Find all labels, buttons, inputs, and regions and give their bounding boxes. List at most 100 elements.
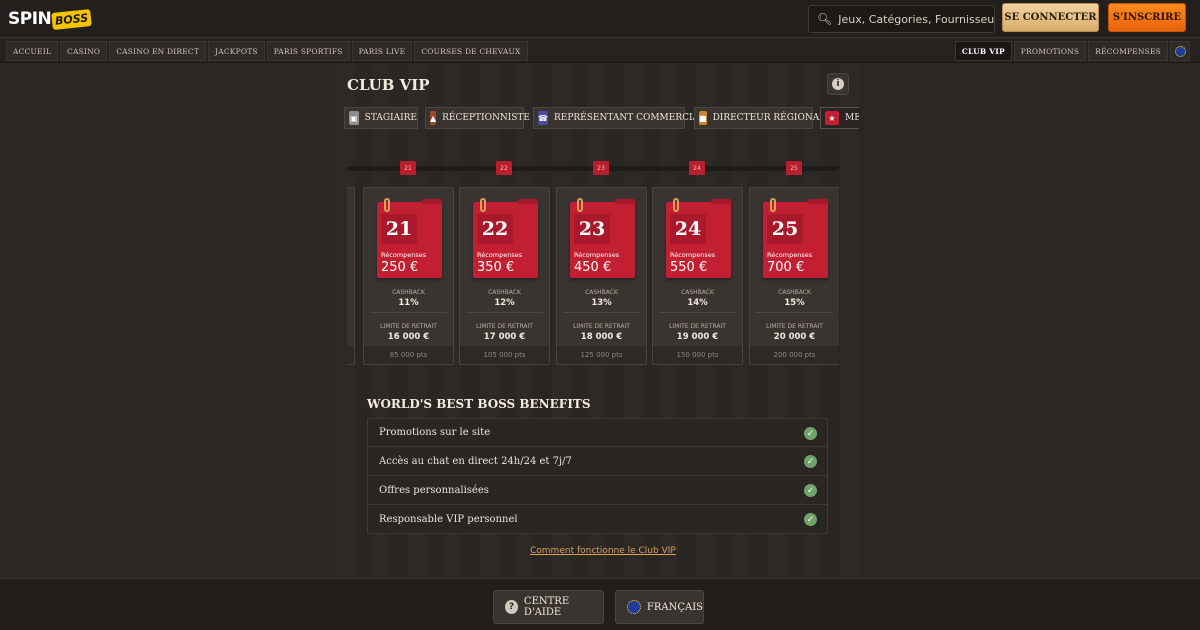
reward-label: Récompenses [477, 251, 523, 259]
check-icon: ✓ [804, 455, 817, 468]
cashback-label: CASHBACK [488, 289, 521, 296]
limit-label: LIMITE DE RETRAIT [573, 323, 630, 330]
level-marker-23[interactable]: 23 [593, 161, 609, 175]
nav-item-paris-live[interactable]: PARIS LIVE [351, 41, 413, 61]
level-number: 25 [767, 214, 803, 244]
level-cards: 21 Récompenses 250 € CASHBACK 11% LIMITE… [347, 187, 839, 367]
cashback-value: 13% [591, 298, 612, 308]
nav-item-courses-de-chevaux[interactable]: COURSES DE CHEVAUX [414, 41, 528, 61]
nav-item-promotions[interactable]: PROMOTIONS [1013, 41, 1087, 61]
main-nav: ACCUEIL CASINO CASINO EN DIRECT JACKPOTS… [0, 39, 1200, 63]
tab-stagiaire[interactable]: ▣ STAGIAIRE [344, 107, 418, 129]
level-card-21[interactable]: 21 Récompenses 250 € CASHBACK 11% LIMITE… [363, 187, 454, 365]
language-label: FRANÇAIS [646, 601, 703, 613]
top-bar: SPIN BOSS 🔍︎ SE CONNECTER S'INSCRIRE [0, 0, 1200, 38]
nav-left-group: ACCUEIL CASINO CASINO EN DIRECT JACKPOTS… [6, 41, 528, 61]
tab-label: REPRÉSENTANT COMMERCIAL [553, 113, 706, 123]
limit-value: 20 000 € [773, 332, 816, 342]
limit-value: 16 000 € [387, 332, 430, 342]
benefits-list: Promotions sur le site ✓ Accès au chat e… [367, 418, 828, 534]
card-divider [370, 312, 447, 313]
nav-item-jackpots[interactable]: JACKPOTS [208, 41, 265, 61]
tab-label: STAGIAIRE [364, 113, 417, 123]
search-input[interactable] [838, 12, 994, 26]
cashback-label: CASHBACK [681, 289, 714, 296]
list-item: Offres personnalisées ✓ [367, 476, 828, 505]
tab-receptionniste[interactable]: ▲ RÉCEPTIONNISTE [425, 107, 530, 129]
level-marker-22[interactable]: 22 [496, 161, 512, 175]
how-vip-works-link[interactable]: Comment fonctionne le Club VIP [530, 546, 676, 556]
eu-flag-icon [1174, 45, 1186, 57]
benefit-label: Offres personnalisées [379, 484, 489, 496]
reward-amount: 550 € [670, 260, 708, 275]
list-item: Accès au chat en direct 24h/24 et 7j/7 ✓ [367, 447, 828, 476]
nav-item-accueil[interactable]: ACCUEIL [6, 41, 59, 61]
level-card-22[interactable]: 22 Récompenses 350 € CASHBACK 12% LIMITE… [459, 187, 550, 365]
nav-item-recompenses[interactable]: RÉCOMPENSES [1088, 41, 1168, 61]
level-card-partial [347, 187, 355, 365]
card-points: 200 000 pts [750, 346, 839, 364]
logo-boss: BOSS [51, 8, 93, 30]
list-item: Responsable VIP personnel ✓ [367, 505, 828, 534]
check-icon: ✓ [804, 513, 817, 526]
level-card-24[interactable]: 24 Récompenses 550 € CASHBACK 14% LIMITE… [652, 187, 743, 365]
tab-mei[interactable]: ★ MEI [820, 107, 859, 129]
reward-amount: 250 € [381, 260, 419, 275]
card-divider [563, 312, 640, 313]
level-marker-25[interactable]: 25 [786, 161, 802, 175]
eu-flag-icon [627, 600, 641, 614]
help-icon: ? [505, 600, 518, 614]
paperclip-icon [480, 198, 486, 212]
paperclip-icon [770, 198, 776, 212]
help-label: CENTRE D'AIDE [523, 596, 570, 618]
benefit-label: Promotions sur le site [379, 427, 491, 438]
nav-item-casino-en-direct[interactable]: CASINO EN DIRECT [109, 41, 207, 61]
footer: ? CENTRE D'AIDE FRANÇAIS [0, 578, 1200, 630]
spinboss-logo[interactable]: SPIN BOSS [8, 7, 93, 31]
tab-directeur-regional[interactable]: ■ DIRECTEUR RÉGIONAL [694, 107, 825, 129]
login-button[interactable]: SE CONNECTER [1002, 3, 1099, 32]
check-icon: ✓ [804, 427, 817, 440]
limit-label: LIMITE DE RETRAIT [476, 323, 533, 330]
level-number: 21 [381, 214, 417, 244]
benefit-label: Accès au chat en direct 24h/24 et 7j/7 [379, 455, 572, 467]
card-points: 105 000 pts [460, 346, 549, 364]
info-button[interactable]: i [827, 73, 849, 95]
paperclip-icon [577, 198, 583, 212]
paper-icon: ▣ [349, 111, 359, 125]
folder-icon: ■ [699, 111, 707, 125]
card-footer [347, 346, 354, 364]
bell-icon: ▲ [430, 111, 437, 125]
reward-amount: 450 € [574, 260, 612, 275]
level-marker-21[interactable]: 21 [400, 161, 416, 175]
nav-item-paris-sportifs[interactable]: PARIS SPORTIFS [266, 41, 350, 61]
limit-label: LIMITE DE RETRAIT [380, 323, 437, 330]
level-card-23[interactable]: 23 Récompenses 450 € CASHBACK 13% LIMITE… [556, 187, 647, 365]
language-button[interactable]: FRANÇAIS [615, 590, 704, 624]
signup-button[interactable]: S'INSCRIRE [1108, 3, 1186, 32]
cashback-value: 14% [687, 298, 708, 308]
reward-amount: 700 € [767, 260, 805, 275]
limit-value: 19 000 € [676, 332, 719, 342]
cashback-label: CASHBACK [778, 289, 811, 296]
tab-label: RÉCEPTIONNISTE [442, 113, 530, 123]
paperclip-icon [673, 198, 679, 212]
tab-label: MEI [845, 113, 859, 123]
level-folder: 22 Récompenses 350 € [473, 198, 538, 278]
level-folder: 24 Récompenses 550 € [666, 198, 731, 278]
tab-representant-commercial[interactable]: ☎ REPRÉSENTANT COMMERCIAL [533, 107, 705, 129]
nav-item-club-vip[interactable]: CLUB VIP [954, 41, 1012, 61]
logo-spin: SPIN [8, 9, 52, 29]
language-flag-button[interactable] [1170, 41, 1190, 61]
reward-amount: 350 € [477, 260, 515, 275]
level-card-25[interactable]: 25 Récompenses 700 € CASHBACK 15% LIMITE… [749, 187, 839, 365]
level-folder: 23 Récompenses 450 € [570, 198, 635, 278]
help-center-button[interactable]: ? CENTRE D'AIDE [493, 590, 604, 624]
cashback-label: CASHBACK [392, 289, 425, 296]
level-number: 23 [574, 214, 610, 244]
card-divider [466, 312, 543, 313]
paperclip-icon [384, 198, 390, 212]
search-box[interactable]: 🔍︎ [808, 5, 995, 33]
level-marker-24[interactable]: 24 [689, 161, 705, 175]
nav-item-casino[interactable]: CASINO [60, 41, 108, 61]
